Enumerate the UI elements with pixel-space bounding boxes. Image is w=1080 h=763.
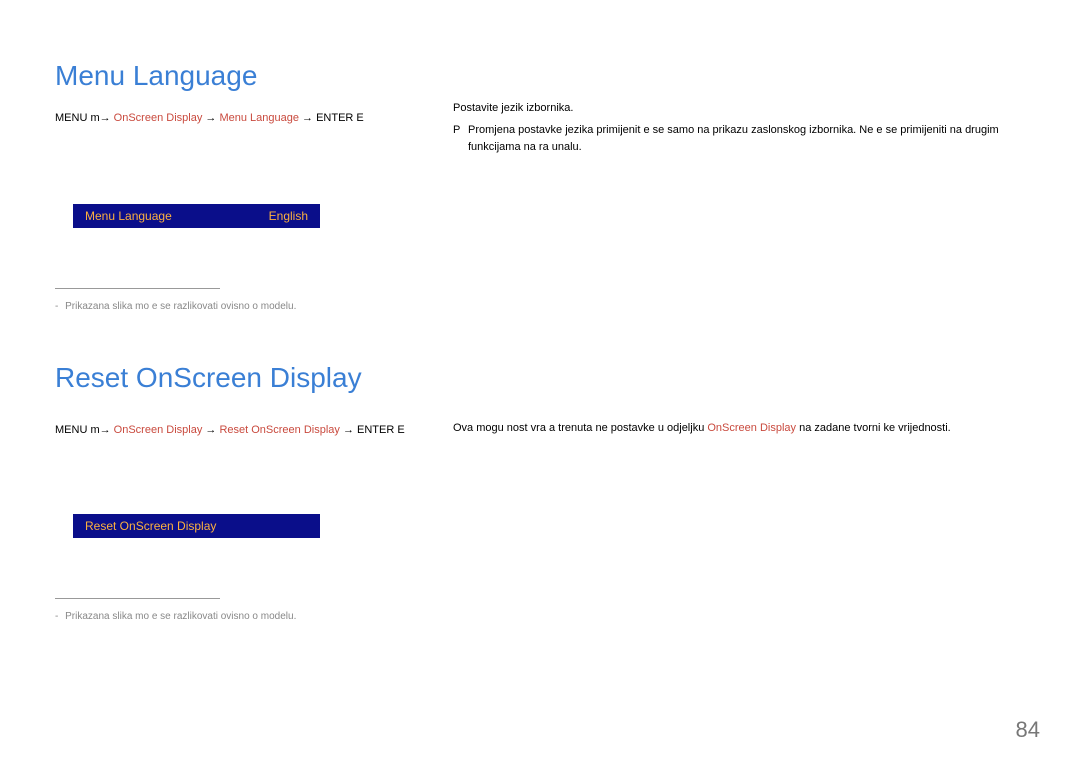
footnote-dash-2: - [55, 611, 58, 622]
menubar-label: Menu Language [85, 209, 172, 223]
section-menu-language: Menu Language MENU m→ OnScreen Display →… [55, 60, 1025, 312]
bc2-pre: MENU m→ [55, 424, 111, 436]
footnote-2-text: Prikazana slika mo e se razlikovati ovis… [65, 611, 296, 622]
rt-line1: Postavite jezik izbornika. [453, 102, 1023, 114]
bc2-h2: Reset OnScreen Display [219, 424, 339, 436]
bc2-arrow2: → [340, 424, 357, 436]
bc-post: ENTER E [316, 112, 364, 124]
bc-arrow2: → [299, 112, 316, 124]
right-block-1: Postavite jezik izbornika. P Promjena po… [453, 102, 1023, 155]
bc2-h1: OnScreen Display [114, 424, 203, 436]
rt-line2-text: Promjena postavke jezika primijenit e se… [468, 124, 999, 153]
menubar2-label: Reset OnScreen Display [85, 519, 216, 533]
heading-reset-osd: Reset OnScreen Display [55, 362, 1025, 394]
menubar-menu-language[interactable]: Menu Language English [73, 204, 320, 228]
section-reset-osd: Reset OnScreen Display Ova mogu nost vra… [55, 362, 1025, 622]
bc-arrow1: → [202, 112, 219, 124]
bc2-arrow1: → [202, 424, 219, 436]
footnote-2: - Prikazana slika mo e se razlikovati ov… [55, 611, 1025, 622]
menubar-reset-osd[interactable]: Reset OnScreen Display [73, 514, 320, 538]
heading-menu-language: Menu Language [55, 60, 1025, 92]
rt2-h: OnScreen Display [707, 422, 796, 434]
footnote-dash: - [55, 301, 58, 312]
right-block-2: Ova mogu nost vra a trenuta ne postavke … [453, 422, 1023, 434]
divider-1 [55, 288, 220, 289]
bc-h1: OnScreen Display [114, 112, 203, 124]
rt2-pre: Ova mogu nost vra a trenuta ne postavke … [453, 422, 707, 434]
bc-h2: Menu Language [219, 112, 299, 124]
page-number: 84 [1016, 717, 1040, 743]
menubar-value: English [269, 209, 308, 223]
rt-line2: P Promjena postavke jezika primijenit e … [453, 122, 1023, 155]
rt2-post: na zadane tvorni ke vrijednosti. [796, 422, 951, 434]
footnote-1: - Prikazana slika mo e se razlikovati ov… [55, 301, 1025, 312]
footnote-1-text: Prikazana slika mo e se razlikovati ovis… [65, 301, 296, 312]
bc2-post: ENTER E [357, 424, 405, 436]
rt-prefix: P [453, 122, 460, 139]
divider-2 [55, 598, 220, 599]
bc-pre: MENU m→ [55, 112, 111, 124]
